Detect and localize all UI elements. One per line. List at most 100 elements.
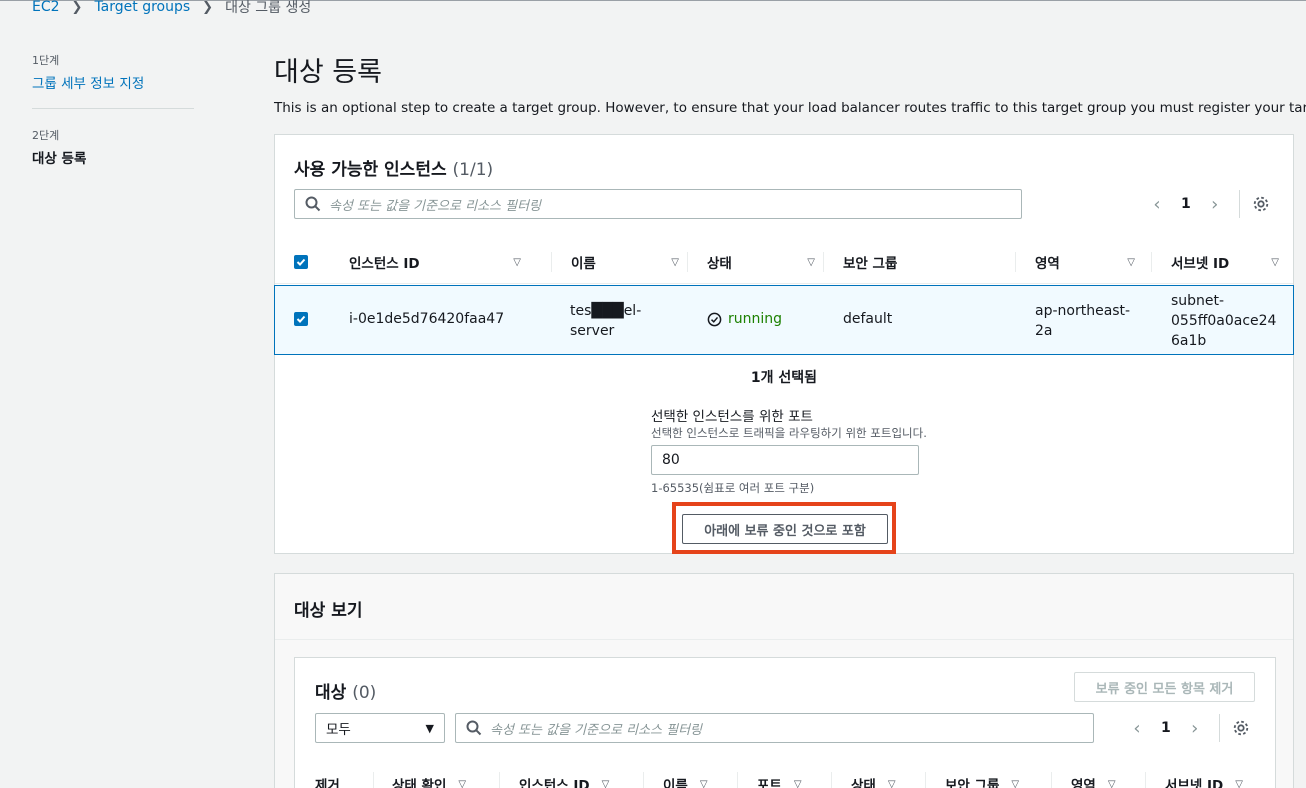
- column-label: 포트: [757, 778, 782, 788]
- column-state[interactable]: 상태 ▽: [707, 240, 829, 284]
- column-label: 이름: [571, 256, 596, 272]
- page-title: 대상 등록: [274, 57, 382, 88]
- chevron-right-icon: ❯: [71, 0, 83, 15]
- targets-search-input[interactable]: 속성 또는 값을 기준으로 리소스 필터링: [455, 713, 1094, 743]
- column-divider: [643, 772, 644, 788]
- column-port[interactable]: 포트 ▽: [757, 774, 802, 788]
- instances-search-input[interactable]: 속성 또는 값을 기준으로 리소스 필터링: [294, 189, 1022, 219]
- sort-down-icon: ▽: [458, 778, 467, 788]
- sort-down-icon: ▽: [807, 256, 815, 268]
- targets-table-header: 제거 상태 확인 ▽ 인스턴스 ID ▽ 이름 ▽ 포트 ▽ 상태 ▽ 보안 그룹 ▽ 영역…: [295, 770, 1275, 788]
- column-zone[interactable]: 영역 ▽: [1071, 774, 1116, 788]
- page-number[interactable]: 1: [1181, 196, 1191, 212]
- column-label: 이름: [663, 778, 688, 788]
- breadcrumb: EC2 ❯ Target groups ❯ 대상 그룹 생성: [32, 0, 311, 17]
- column-label: 상태: [707, 256, 732, 272]
- step-2-number: 2단계: [32, 129, 60, 142]
- column-label: 인스턴스 ID: [349, 256, 420, 272]
- sort-down-icon: ▽: [699, 778, 708, 788]
- column-instance-id[interactable]: 인스턴스 ID ▽: [519, 774, 609, 788]
- panel-divider: [275, 639, 1293, 640]
- cell-zone: ap-northeast- 2a: [1035, 301, 1130, 341]
- breadcrumb-current: 대상 그룹 생성: [225, 0, 312, 16]
- column-divider: [373, 772, 374, 788]
- step-2-label: 대상 등록: [32, 151, 87, 167]
- column-health-check[interactable]: 상태 확인 ▽: [392, 774, 466, 788]
- pagination: ‹ 1 ›: [1147, 190, 1270, 218]
- column-security-group[interactable]: 보안 그룹 ▽: [945, 774, 1019, 788]
- column-label: 보안 그룹: [945, 778, 1000, 788]
- row-checkbox[interactable]: [294, 312, 308, 326]
- previous-page-icon[interactable]: ‹: [1127, 718, 1147, 739]
- step-1-link[interactable]: 그룹 세부 정보 지정: [32, 72, 194, 92]
- select-all-checkbox[interactable]: [294, 240, 308, 284]
- column-divider: [687, 252, 688, 272]
- selected-count: 1개 선택됨: [750, 370, 818, 386]
- check-circle-icon: [707, 312, 722, 326]
- step-1-number: 1단계: [32, 54, 60, 67]
- review-targets-title: 대상 보기: [294, 601, 363, 621]
- targets-count: (0): [352, 683, 377, 703]
- sort-down-icon: ▽: [671, 256, 679, 268]
- breadcrumb-ec2[interactable]: EC2: [32, 0, 60, 15]
- gear-icon[interactable]: [1252, 195, 1270, 213]
- caret-down-icon: ▼: [425, 721, 434, 735]
- instances-table-header: 인스턴스 ID ▽ 이름 ▽ 상태 ▽ 보안 그룹 영역 ▽ 서브넷 ID ▽: [275, 240, 1293, 284]
- pager-divider: [1238, 190, 1240, 218]
- column-divider: [551, 252, 552, 272]
- cell-subnet-line: subnet-: [1171, 293, 1225, 309]
- column-instance-id[interactable]: 인스턴스 ID ▽: [349, 240, 535, 284]
- column-label: 영역: [1035, 256, 1060, 272]
- column-state[interactable]: 상태 ▽: [851, 774, 896, 788]
- sort-down-icon: ▽: [1235, 778, 1243, 788]
- port-hint: 1-65535(쉼표로 여러 포트 구분): [651, 481, 815, 495]
- column-label: 상태: [851, 778, 876, 788]
- review-targets-panel: 대상 보기 대상 (0) 보류 중인 모든 항목 제거 모두 ▼ 속성 또는 값…: [274, 573, 1294, 788]
- column-subnet-id[interactable]: 서브넷 ID ▽: [1165, 774, 1243, 788]
- column-name[interactable]: 이름 ▽: [571, 240, 693, 284]
- step-divider: [32, 108, 194, 109]
- page-number[interactable]: 1: [1161, 720, 1171, 736]
- targets-pagination: ‹ 1 ›: [1127, 714, 1250, 742]
- column-name[interactable]: 이름 ▽: [663, 774, 708, 788]
- chevron-right-icon: ❯: [202, 0, 214, 15]
- sort-down-icon: ▽: [887, 778, 896, 788]
- filter-select[interactable]: 모두 ▼: [315, 713, 445, 743]
- column-divider: [1051, 772, 1052, 788]
- sort-down-icon: ▽: [1271, 256, 1279, 268]
- search-placeholder: 속성 또는 값을 기준으로 리소스 필터링: [329, 198, 542, 214]
- targets-label: 대상: [315, 683, 347, 703]
- cell-subnet-id: subnet- 055ff0a0ace24 6a1b: [1171, 291, 1276, 351]
- column-divider: [1015, 252, 1016, 272]
- page-description: This is an optional step to create a tar…: [274, 100, 1306, 116]
- include-as-pending-button[interactable]: 아래에 보류 중인 것으로 포함: [682, 514, 888, 544]
- available-instances-count: (1/1): [452, 160, 494, 180]
- column-zone[interactable]: 영역 ▽: [1035, 240, 1149, 284]
- next-page-icon[interactable]: ›: [1205, 194, 1225, 215]
- cell-name-line: tes███el-: [570, 303, 642, 319]
- check-icon: [296, 315, 306, 323]
- breadcrumb-target-groups[interactable]: Target groups: [94, 0, 190, 15]
- next-page-icon[interactable]: ›: [1185, 718, 1205, 739]
- port-input[interactable]: 80: [651, 445, 919, 475]
- column-security-group[interactable]: 보안 그룹: [843, 240, 1013, 284]
- table-row[interactable]: i-0e1de5d76420faa47 tes███el- server run…: [274, 285, 1294, 355]
- column-divider: [831, 772, 832, 788]
- port-label: 선택한 인스턴스를 위한 포트: [651, 409, 813, 425]
- cell-instance-id: i-0e1de5d76420faa47: [349, 311, 505, 327]
- column-divider: [499, 772, 500, 788]
- remove-all-pending-button[interactable]: 보류 중인 모든 항목 제거: [1074, 672, 1255, 702]
- previous-page-icon[interactable]: ‹: [1147, 194, 1167, 215]
- check-icon: [296, 258, 306, 266]
- column-divider: [1145, 772, 1146, 788]
- targets-title: 대상 (0): [315, 678, 376, 703]
- gear-icon[interactable]: [1232, 719, 1250, 737]
- column-subnet-id[interactable]: 서브넷 ID ▽: [1171, 240, 1293, 284]
- column-divider: [1151, 252, 1152, 272]
- column-label: 서브넷 ID: [1171, 256, 1230, 272]
- column-label: 인스턴스 ID: [519, 778, 590, 788]
- sort-down-icon: ▽: [601, 778, 610, 788]
- column-divider: [925, 772, 926, 788]
- column-label: 제거: [315, 778, 340, 788]
- cell-subnet-line: 055ff0a0ace24: [1171, 313, 1277, 329]
